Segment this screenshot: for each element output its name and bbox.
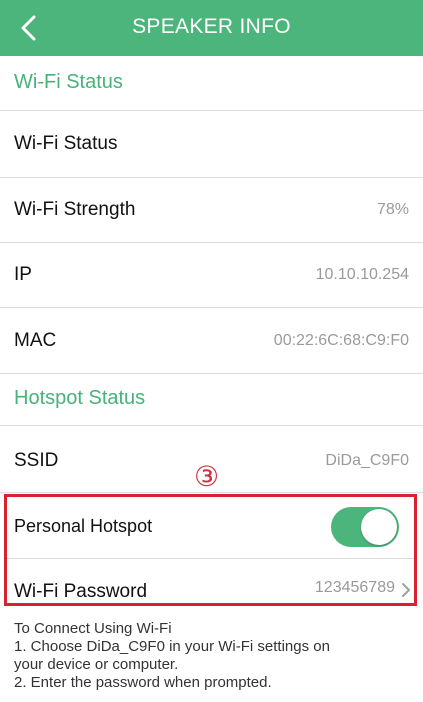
row-label: Wi-Fi Status — [14, 133, 118, 154]
row-value: 10.10.10.254 — [315, 266, 409, 283]
divider — [0, 373, 423, 374]
row-mac: MAC 00:22:6C:68:C9:F0 — [0, 308, 423, 373]
row-label: MAC — [14, 330, 57, 351]
annotation-marker: ③ — [194, 460, 220, 493]
page-title: SPEAKER INFO — [132, 15, 291, 38]
instruction-line: 2. Enter the password when prompted. — [14, 674, 272, 691]
row-label: SSID — [14, 450, 59, 471]
divider — [0, 492, 423, 493]
row-value: 78% — [376, 201, 409, 218]
row-wifi-strength: Wi-Fi Strength 78% — [0, 178, 423, 242]
connection-instructions: To Connect Using Wi-Fi 1. Choose DiDa_C9… — [14, 620, 414, 692]
section-title-wifi-status: Wi-Fi Status — [14, 71, 123, 93]
instruction-line: your device or computer. — [14, 656, 179, 673]
row-wifi-status: Wi-Fi Status — [0, 111, 423, 177]
row-label: IP — [14, 264, 32, 285]
app-header: SPEAKER INFO — [0, 0, 423, 56]
row-value: DiDa_C9F0 — [325, 452, 409, 469]
row-label: Wi-Fi Strength — [14, 199, 136, 220]
instruction-line: To Connect Using Wi-Fi — [14, 620, 172, 637]
row-ip: IP 10.10.10.254 — [0, 243, 423, 307]
annotation-highlight-box — [4, 494, 417, 606]
section-title-hotspot-status: Hotspot Status — [14, 387, 146, 409]
instruction-line: 1. Choose DiDa_C9F0 in your Wi-Fi settin… — [14, 638, 330, 655]
row-value: 00:22:6C:68:C9:F0 — [273, 332, 409, 349]
